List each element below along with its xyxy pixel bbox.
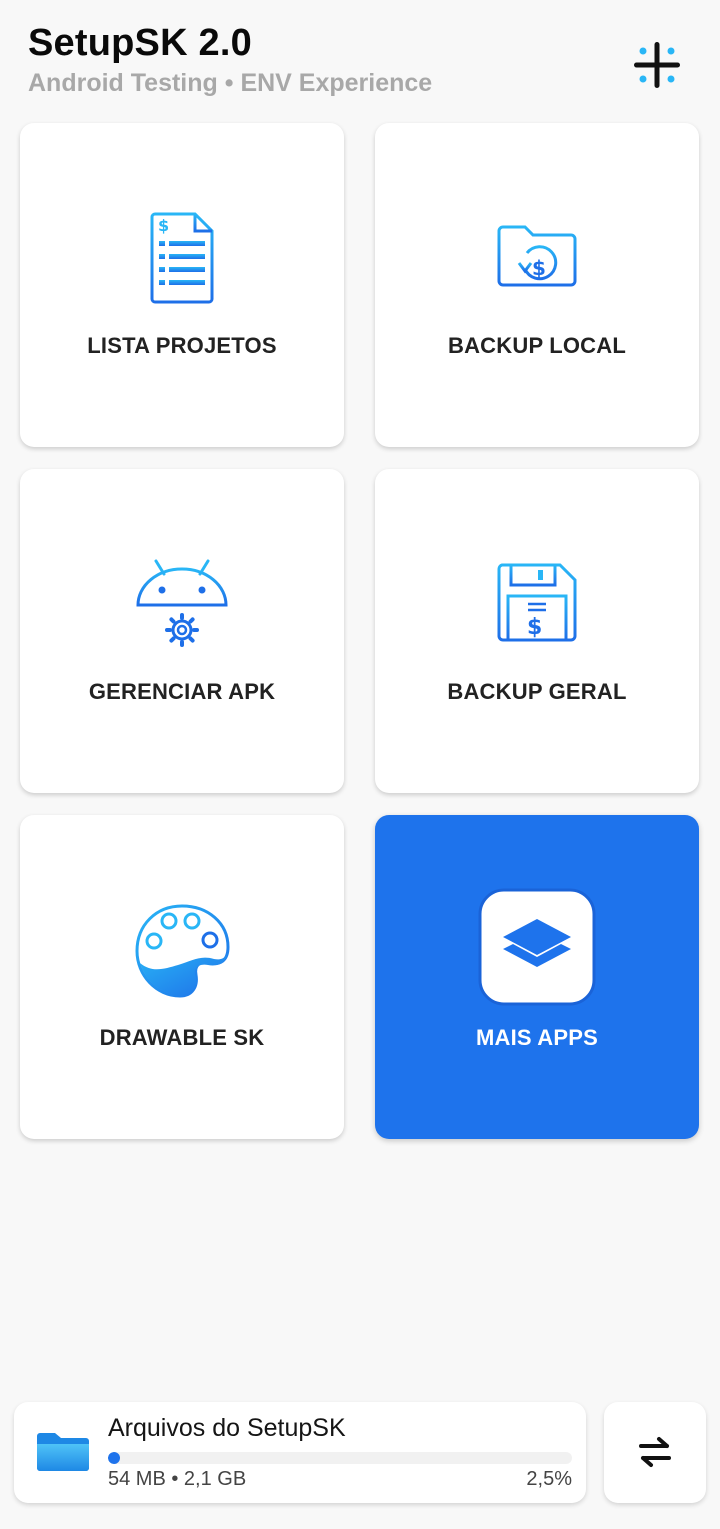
layers-icon	[477, 887, 597, 1012]
files-title: Arquivos do SetupSK	[108, 1414, 346, 1442]
card-backup-geral[interactable]: $ BACKUP GERAL	[375, 469, 699, 793]
document-list-icon: $	[149, 211, 215, 310]
svg-text:$: $	[527, 615, 542, 640]
card-lista-projetos[interactable]: $ LISTA PROJETOS	[20, 123, 344, 447]
plus-dots-icon	[634, 42, 680, 88]
card-backup-local[interactable]: $ BACKUP LOCAL	[375, 123, 699, 447]
card-label: DRAWABLE SK	[99, 1025, 265, 1050]
swap-button[interactable]	[604, 1402, 706, 1503]
storage-percent: 2,5%	[526, 1468, 572, 1490]
app-header: SetupSK 2.0 Android Testing • ENV Experi…	[28, 22, 432, 98]
swap-arrows-icon	[639, 1437, 671, 1467]
card-label: BACKUP LOCAL	[448, 333, 626, 358]
folder-icon	[35, 1432, 91, 1477]
card-label: MAIS APPS	[475, 1025, 598, 1050]
svg-text:$: $	[532, 256, 546, 280]
card-mais-apps[interactable]: MAIS APPS	[375, 815, 699, 1139]
files-storage-card[interactable]: Arquivos do SetupSK 54 MB • 2,1 GB 2,5%	[14, 1402, 586, 1503]
storage-progress-bar	[108, 1452, 572, 1464]
palette-icon	[134, 903, 230, 1004]
app-title: SetupSK 2.0	[28, 22, 252, 64]
android-gear-icon	[134, 557, 230, 658]
storage-progress-fill	[108, 1452, 120, 1464]
svg-text:$: $	[158, 216, 169, 235]
card-label: GERENCIAR APK	[88, 679, 276, 704]
storage-size: 54 MB • 2,1 GB	[108, 1468, 247, 1490]
card-gerenciar-apk[interactable]: GERENCIAR APK	[20, 469, 344, 793]
menu-button[interactable]	[632, 40, 682, 90]
card-label: LISTA PROJETOS	[87, 333, 277, 358]
app-subtitle: Android Testing • ENV Experience	[28, 69, 433, 97]
card-drawable-sk[interactable]: DRAWABLE SK	[20, 815, 344, 1139]
card-label: BACKUP GERAL	[447, 679, 627, 704]
folder-restore-icon: $	[495, 223, 579, 294]
floppy-disk-icon: $	[496, 562, 578, 649]
